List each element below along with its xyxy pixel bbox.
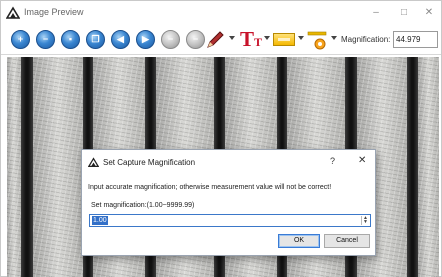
title-bar[interactable]: Image Preview – □ ✕ <box>1 1 441 25</box>
color-swatch-icon[interactable] <box>273 33 295 46</box>
ok-button[interactable]: OK <box>278 234 320 248</box>
maximize-button[interactable]: □ <box>395 5 413 21</box>
next-button[interactable]: ▶ <box>136 30 155 49</box>
minus-button[interactable]: − <box>161 30 180 49</box>
text-dropdown-icon[interactable] <box>264 36 270 40</box>
image-stripe <box>7 57 21 277</box>
close-button[interactable]: ✕ <box>420 5 438 21</box>
save-icon: ▪ <box>68 34 73 44</box>
image-preview-window: Image Preview – □ ✕ + − ▪ ❐ ◀ ▶ − − TT M… <box>0 0 442 277</box>
magnification-value[interactable]: 1.00 <box>92 216 108 225</box>
line-dropdown-icon[interactable] <box>331 36 337 40</box>
pencil-icon[interactable] <box>204 29 226 51</box>
magnification-label: Magnification: <box>341 35 391 44</box>
magnification-field-label: Set magnification:(1.00~9999.99) <box>91 202 195 209</box>
magnification-spinbox[interactable]: 1.00 ▲ ▼ <box>89 214 371 227</box>
dialog-title: Set Capture Magnification <box>103 158 196 167</box>
image-stripe <box>21 57 33 277</box>
save-button[interactable]: ▪ <box>61 30 80 49</box>
copy-button[interactable]: ❐ <box>86 30 105 49</box>
image-stripe <box>418 57 439 277</box>
image-stripe <box>33 57 83 277</box>
image-stripe <box>407 57 418 277</box>
text-tool-icon[interactable]: TT <box>240 27 262 51</box>
toolbar: + − ▪ ❐ ◀ ▶ − − TT Magnification: 44.979 <box>1 25 441 55</box>
minimize-button[interactable]: – <box>367 5 385 21</box>
previous-button[interactable]: ◀ <box>111 30 130 49</box>
zoom-in-button[interactable]: + <box>11 30 30 49</box>
delete-button[interactable]: − <box>186 30 205 49</box>
copy-icon: ❐ <box>91 34 100 44</box>
delete-icon: − <box>192 34 199 44</box>
spin-arrows-icon[interactable]: ▲ ▼ <box>361 216 369 225</box>
pencil-dropdown-icon[interactable] <box>229 36 235 40</box>
cancel-button[interactable]: Cancel <box>324 234 370 248</box>
window-title: Image Preview <box>24 7 84 17</box>
zoom-in-icon: + <box>17 34 24 44</box>
app-logo-icon <box>88 157 99 168</box>
help-button[interactable]: ? <box>330 156 335 166</box>
zoom-out-icon: − <box>42 34 49 44</box>
app-logo-icon <box>6 6 20 19</box>
previous-icon: ◀ <box>117 34 124 44</box>
next-icon: ▶ <box>142 34 149 44</box>
dialog-message: Input accurate magnification; otherwise … <box>88 184 332 191</box>
dialog-close-button[interactable]: ✕ <box>358 155 366 166</box>
magnification-input[interactable] <box>393 31 438 48</box>
zoom-out-button[interactable]: − <box>36 30 55 49</box>
color-dropdown-icon[interactable] <box>298 36 304 40</box>
line-width-icon[interactable] <box>306 29 328 51</box>
set-magnification-dialog: Set Capture Magnification ? ✕ Input accu… <box>81 149 376 256</box>
minus-icon: − <box>167 34 174 44</box>
